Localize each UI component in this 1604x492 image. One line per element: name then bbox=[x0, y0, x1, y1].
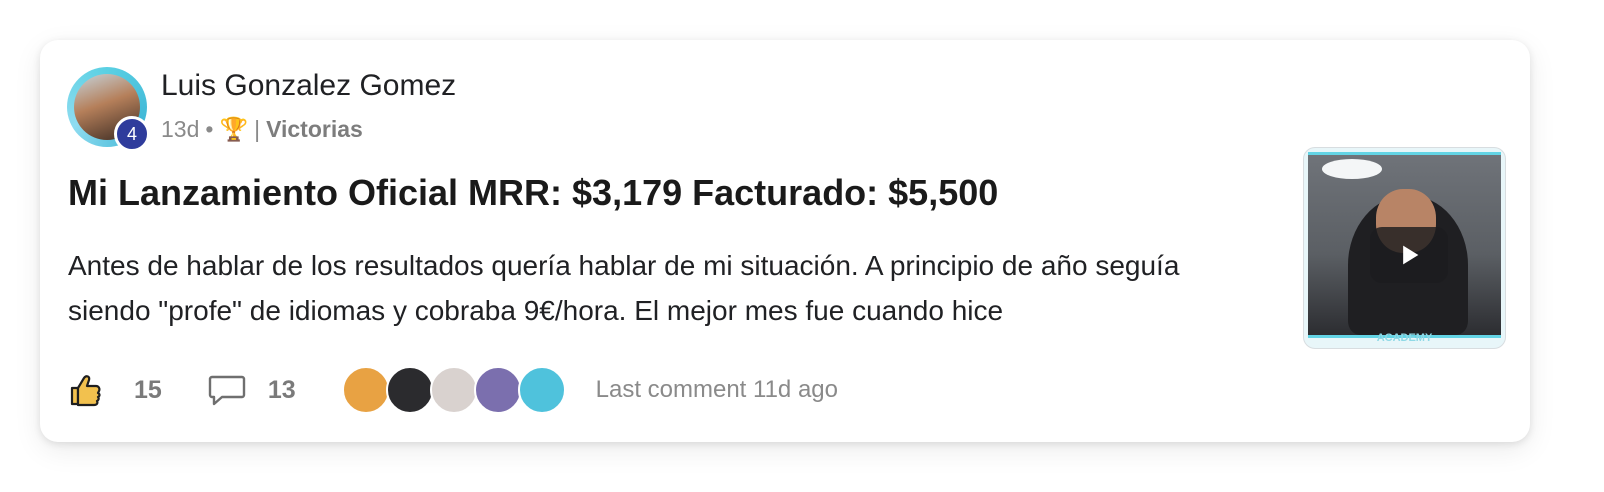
thumbnail-caption: ACADEMY bbox=[1376, 332, 1433, 344]
author-name[interactable]: Luis Gonzalez Gomez bbox=[161, 69, 456, 103]
commenter-avatar-1[interactable] bbox=[341, 366, 390, 414]
post-excerpt[interactable]: Antes de hablar de los resultados quería… bbox=[68, 243, 1238, 333]
meta-separator: • bbox=[205, 116, 214, 142]
play-icon bbox=[1403, 245, 1419, 265]
post-title[interactable]: Mi Lanzamiento Oficial MRR: $3,179 Factu… bbox=[68, 172, 998, 214]
post-meta: 13d • 🏆 | Victorias bbox=[161, 116, 363, 143]
thumbnail-lamp bbox=[1322, 159, 1382, 179]
author-avatar[interactable]: 4 bbox=[67, 67, 150, 152]
commenter-avatar-2[interactable] bbox=[385, 366, 434, 414]
post-actions: 15 13 Last comment 11d ago bbox=[68, 365, 838, 415]
trophy-icon: 🏆 bbox=[219, 116, 249, 142]
play-button[interactable] bbox=[1370, 227, 1448, 283]
level-badge: 4 bbox=[114, 116, 150, 152]
thumbnail-frame bbox=[1308, 152, 1501, 338]
like-count: 15 bbox=[134, 375, 162, 404]
comment-count: 13 bbox=[267, 375, 296, 404]
video-thumbnail[interactable]: ACADEMY bbox=[1303, 147, 1506, 349]
post-time: 13d bbox=[161, 116, 200, 142]
category-prefix: | bbox=[254, 116, 261, 142]
last-comment-time: Last comment 11d ago bbox=[595, 376, 838, 403]
comment-icon[interactable] bbox=[208, 373, 246, 407]
category-link[interactable]: Victorias bbox=[266, 116, 363, 143]
commenter-avatar-3[interactable] bbox=[429, 366, 478, 414]
commenter-avatar-4[interactable] bbox=[473, 366, 522, 414]
post-card[interactable]: 4 Luis Gonzalez Gomez 13d • 🏆 | Victoria… bbox=[40, 40, 1530, 442]
thumbs-up-icon[interactable] bbox=[68, 372, 104, 408]
commenter-avatar-5[interactable] bbox=[517, 366, 566, 414]
commenter-avatars bbox=[341, 366, 566, 414]
